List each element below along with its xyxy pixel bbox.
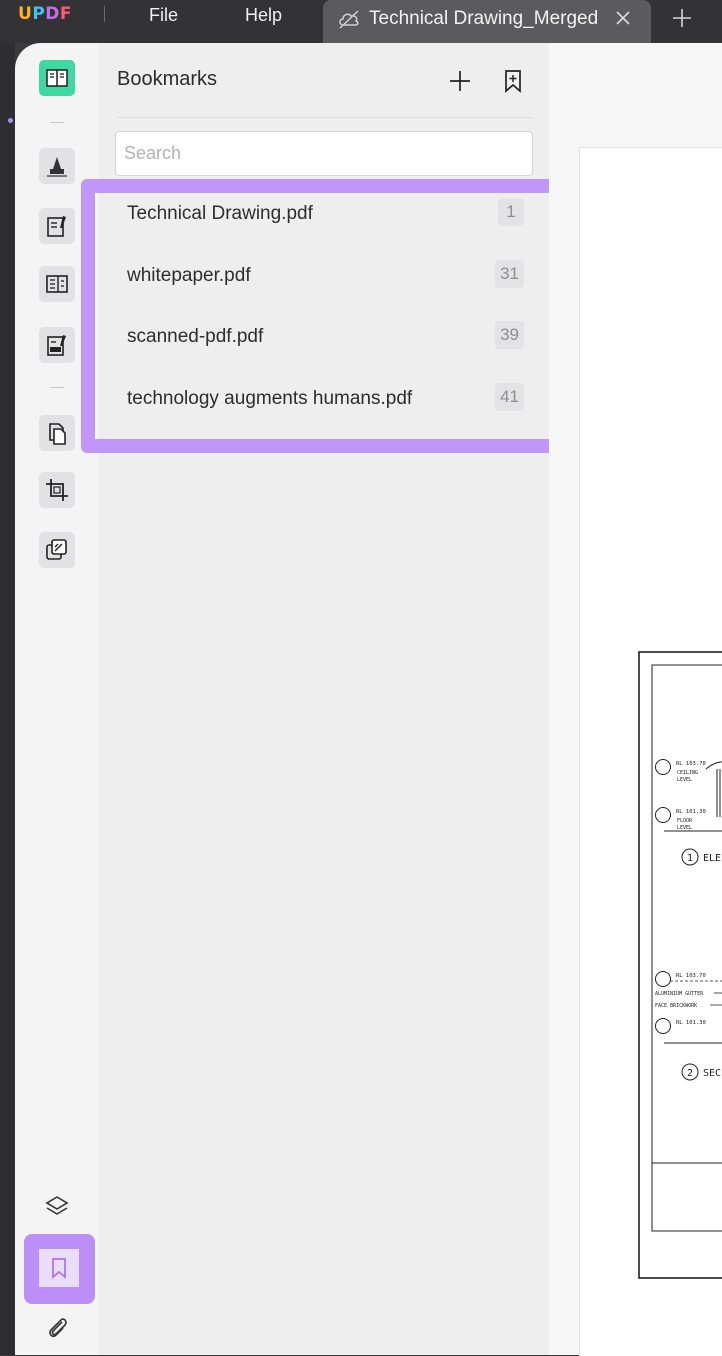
logo-letter: P: [32, 4, 46, 24]
document-tab[interactable]: Technical Drawing_Merged: [323, 0, 651, 43]
crop-tool[interactable]: [39, 472, 75, 508]
logo-letter: D: [45, 4, 60, 24]
new-tab-plus-icon[interactable]: [670, 6, 694, 30]
two-columns-icon: [46, 275, 68, 293]
paperclip-icon: [49, 1318, 67, 1338]
bookmark-search-input[interactable]: [115, 131, 533, 176]
bookmarks-tool[interactable]: [24, 1234, 95, 1304]
drawing-rl-label: RL 103.70: [676, 973, 706, 979]
bookmarks-tool-inner: [39, 1249, 79, 1287]
drawing-label: LEVEL: [677, 777, 692, 783]
updf-logo[interactable]: UPDF: [18, 4, 72, 24]
panel-title: Bookmarks: [117, 68, 218, 90]
drawing-label: LEVEL: [677, 825, 692, 831]
bookmark-list-highlight: [81, 179, 586, 453]
drawing-label: FACE BRICKWORK: [655, 1003, 697, 1009]
drawing-title-fragment: SEC: [703, 1068, 721, 1079]
rail-divider: [50, 387, 64, 388]
fill-sign-tool[interactable]: [39, 327, 75, 363]
menu-file[interactable]: File: [149, 5, 178, 26]
add-bookmark-plus-icon[interactable]: [447, 68, 473, 94]
close-icon[interactable]: [613, 8, 633, 28]
menu-help[interactable]: Help: [245, 5, 282, 26]
edit-document-icon: [47, 216, 66, 237]
rail-divider: [50, 122, 64, 123]
drawing-callout-number: 2: [687, 1068, 693, 1079]
layers-tool[interactable]: [39, 1188, 75, 1224]
drawing-title-fragment: ELE: [703, 853, 721, 864]
edit-pdf-tool[interactable]: [39, 208, 75, 244]
page-tools[interactable]: [39, 415, 75, 451]
drawing-label: ALUMINIUM GUTTER: [655, 991, 704, 997]
drawing-rl-label: RL 101.30: [676, 809, 706, 815]
technical-drawing: RL 103.70 CEILING LEVEL RL 101.30 FLOOR …: [638, 651, 722, 1279]
protect-tool[interactable]: [39, 532, 75, 568]
drawing-callout-number: 1: [687, 853, 693, 864]
form-pen-icon: [47, 335, 66, 356]
drawing-rl-label: RL 101.30: [676, 1020, 706, 1026]
layers-icon: [45, 1196, 69, 1215]
cloud-off-icon: [339, 10, 359, 29]
document-canvas[interactable]: RL 103.70 CEILING LEVEL RL 101.30 FLOOR …: [549, 43, 722, 1356]
highlighter-icon: [47, 157, 67, 177]
reader-tool[interactable]: [39, 60, 75, 96]
drawing-label: CEILING: [677, 770, 698, 776]
title-separator: [104, 6, 105, 22]
window-edge: [0, 43, 15, 1355]
organize-pages-tool[interactable]: [39, 266, 75, 302]
logo-letter: F: [59, 4, 73, 24]
bookmark-icon: [52, 1258, 66, 1279]
copy-pages-icon: [49, 423, 66, 445]
indicator-dot: [8, 118, 13, 123]
tab-title: Technical Drawing_Merged: [369, 8, 599, 29]
title-bar: UPDF File Help Technical Drawing_Merged: [0, 0, 722, 43]
crop-icon: [46, 479, 68, 501]
comment-tool[interactable]: [39, 148, 75, 184]
book-open-icon: [46, 69, 68, 87]
drawing-rl-label: RL 103.70: [676, 761, 706, 767]
bookmark-add-icon[interactable]: [500, 68, 526, 94]
layered-pages-icon: [46, 539, 67, 560]
panel-divider: [117, 117, 533, 118]
logo-letter: U: [18, 4, 33, 24]
attachments-tool[interactable]: [39, 1309, 75, 1345]
drawing-label: FLOOR: [677, 818, 693, 824]
